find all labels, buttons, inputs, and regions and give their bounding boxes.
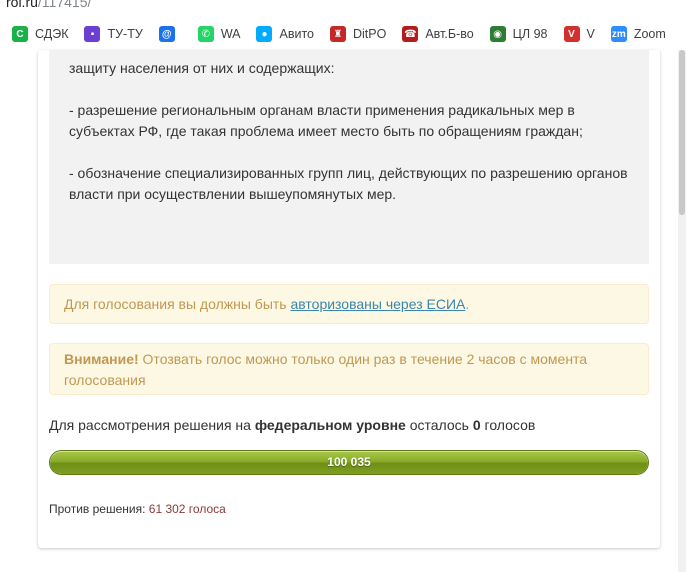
petition-card: защиту населения от них и содержащих: - … — [38, 50, 660, 548]
auth-alert-suffix: . — [465, 296, 470, 312]
bookmark-label: ТУ-ТУ — [107, 27, 143, 41]
votes-against-count: 61 302 голоса — [148, 502, 226, 516]
bookmark-item[interactable]: ● Авито — [256, 22, 314, 46]
address-bar-url[interactable]: roi.ru/117415/ — [0, 0, 686, 10]
petition-description: защиту населения от них и содержащих: - … — [49, 50, 649, 264]
remaining-votes-text: Для рассмотрения решения на федеральном … — [49, 415, 649, 436]
remaining-count: 0 — [472, 417, 481, 433]
bookmark-label: V — [586, 27, 595, 41]
votes-against-label: Против решения: — [49, 502, 149, 516]
bookmark-item[interactable]: ◉ ЦЛ 98 — [489, 22, 548, 46]
vivaldi-icon: V — [563, 26, 580, 42]
globe-icon: ◉ — [489, 26, 506, 42]
whatsapp-icon: ✆ — [197, 26, 214, 42]
esia-auth-link[interactable]: авторизованы через ЕСИА — [290, 296, 465, 312]
tutu-icon: ▪ — [84, 26, 101, 42]
remaining-suffix: голосов — [480, 417, 536, 433]
url-host: roi.ru — [6, 0, 38, 10]
bookmark-label: DitPO — [352, 27, 387, 41]
remaining-level: федеральном уровне — [254, 417, 406, 433]
phone-icon: ☎ — [402, 26, 419, 42]
remaining-middle: осталось — [405, 417, 473, 433]
warning-text: Отозвать голос можно только один раз в т… — [64, 351, 588, 388]
zoom-icon: zm — [610, 26, 627, 42]
revoke-vote-warning: Внимание! Отозвать голос можно только од… — [49, 343, 649, 395]
scrollbar-thumb[interactable] — [679, 50, 685, 215]
bookmarks-bar: С СДЭК ▪ ТУ-ТУ @ ✆ WA ● Авито ♜ DitPO ☎ Авт.Б-во ◉ ЦЛ … — [0, 18, 686, 50]
votes-against: Против решения: 61 302 голоса — [49, 502, 226, 516]
avito-icon: ● — [256, 26, 273, 42]
bookmark-item[interactable]: С СДЭК — [12, 22, 68, 46]
description-paragraph: - разрешение региональным органам власти… — [69, 102, 583, 139]
votes-for-count: 100 035 — [327, 455, 371, 469]
auth-alert-text: Для голосования вы должны быть — [64, 296, 291, 312]
moscow-crest-icon: ♜ — [329, 26, 346, 42]
bookmark-item[interactable]: @ — [158, 22, 182, 46]
bookmark-label: WA — [220, 27, 241, 41]
cdek-icon: С — [12, 26, 28, 42]
bookmark-item[interactable]: ▪ ТУ-ТУ — [84, 22, 143, 46]
bookmark-label: ЦЛ 98 — [512, 27, 548, 41]
bookmark-item[interactable]: VV — [563, 22, 595, 46]
mail-at-icon: @ — [158, 26, 175, 42]
bookmark-item[interactable]: zm Zoom — [610, 22, 666, 46]
bookmark-label: Zoom — [633, 27, 666, 41]
auth-required-alert: Для голосования вы должны быть авторизов… — [49, 284, 649, 324]
bookmark-label: Авт.Б-во — [425, 27, 474, 41]
warning-title: Внимание! — [64, 351, 139, 367]
votes-progress-bar: 100 035 — [49, 450, 649, 475]
bookmark-item[interactable]: ✆ WA — [197, 22, 241, 46]
bookmark-item[interactable]: ♜ DitPO — [329, 22, 387, 46]
url-path: /117415/ — [37, 0, 92, 10]
description-paragraph: - обозначение специализированных групп л… — [69, 165, 628, 202]
bookmark-item[interactable]: ☎ Авт.Б-во — [402, 22, 474, 46]
page-scrollbar[interactable] — [678, 50, 686, 572]
description-paragraph: защиту населения от них и содержащих: — [69, 60, 335, 76]
remaining-prefix: Для рассмотрения решения на — [49, 417, 255, 433]
bookmark-label: СДЭК — [35, 27, 69, 41]
bookmark-label: Авито — [279, 27, 314, 41]
